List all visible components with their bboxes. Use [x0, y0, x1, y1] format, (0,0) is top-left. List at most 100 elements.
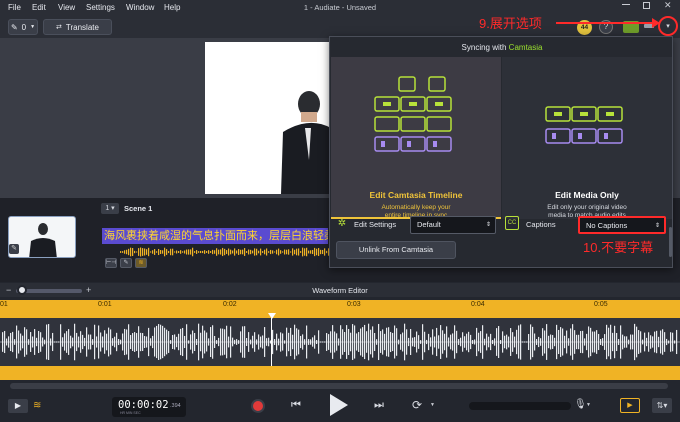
edit-media-only-option[interactable]: Edit Media Only Edit only your original …: [502, 57, 672, 219]
scene-waveform-bar: [166, 249, 168, 255]
unlink-from-camtasia-button[interactable]: Unlink From Camtasia: [336, 241, 456, 259]
waveform-bar: [262, 335, 264, 349]
close-icon[interactable]: ✕: [664, 0, 672, 11]
scene-waveform-bar: [294, 249, 296, 255]
menu-view[interactable]: View: [58, 3, 75, 12]
waveform-bar: [500, 340, 502, 344]
skip-forward-icon[interactable]: ⏭: [374, 399, 384, 412]
edit-settings-value: Default: [417, 220, 441, 229]
menu-help[interactable]: Help: [164, 3, 180, 12]
scene-waveform-bar: [326, 250, 328, 254]
waveform-track[interactable]: [0, 318, 680, 366]
waveform-bar: [498, 326, 500, 358]
waveform-bar: [332, 325, 334, 359]
microphone-icon[interactable]: 🎙: [574, 399, 587, 410]
preview-toggle-icon[interactable]: ▶: [620, 398, 640, 413]
edit-camtasia-timeline-option[interactable]: Edit Camtasia Timeline Automatically kee…: [331, 57, 501, 219]
waveform-bar: [216, 340, 218, 344]
edit-count-button[interactable]: ✎ 0 ▼: [8, 19, 38, 35]
scene-waveform-bar: [158, 248, 160, 256]
waveform-bar: [424, 331, 426, 353]
maximize-icon[interactable]: [643, 2, 650, 9]
waveform-bar: [236, 339, 238, 345]
scene-waveform-bar: [178, 251, 180, 253]
waveform-bar: [402, 332, 404, 352]
annotation-circle: [658, 16, 678, 36]
menu-file[interactable]: File: [8, 3, 21, 12]
scene-waveform-bar: [146, 249, 148, 255]
scene-waveform-bar: [312, 249, 314, 255]
translate-icon: ⇄: [56, 24, 62, 31]
menu-edit[interactable]: Edit: [32, 3, 46, 12]
waveform-bar: [14, 339, 16, 345]
scene-waveform-bar: [128, 248, 130, 256]
chevron-down-icon[interactable]: ▼: [430, 402, 435, 408]
translate-label: Translate: [65, 22, 99, 32]
waveform-bar: [398, 339, 400, 345]
scene-waveform-bar: [278, 248, 280, 256]
split-icon[interactable]: ⊢⊣: [105, 258, 117, 268]
waveform-bar: [528, 334, 530, 350]
waveform-bar: [252, 335, 254, 349]
scene-waveform-bar: [290, 251, 292, 253]
waveform-bar: [372, 326, 374, 358]
timeline-scrollbar[interactable]: [10, 383, 668, 389]
waveform-bar: [654, 331, 656, 353]
waveform-bar: [4, 330, 6, 354]
waveform-bar: [564, 335, 566, 349]
waveform-bar: [266, 338, 268, 346]
waveform-bar: [190, 334, 192, 350]
edit-settings-dropdown[interactable]: Default ⇕: [410, 216, 496, 234]
loop-icon[interactable]: ⟳: [412, 398, 422, 412]
tick-label: 01: [0, 301, 8, 308]
waveform-bar: [352, 324, 354, 360]
scene-number-dropdown[interactable]: 1 ▾: [101, 203, 119, 214]
waveform-bar: [220, 328, 222, 356]
waveform-bar: [490, 333, 492, 351]
waveform-bar: [540, 338, 542, 346]
thumbnail-edit-icon[interactable]: ✎: [9, 244, 19, 254]
waveform-bar: [460, 337, 462, 347]
scene-waveform-bar: [316, 248, 318, 256]
audio-track-icon[interactable]: ≋: [33, 400, 41, 411]
play-button[interactable]: [330, 394, 348, 416]
waveform-bar: [616, 332, 618, 352]
camtasia-sync-panel: Syncing with Camtasia Edit Camtasia Time…: [329, 36, 673, 268]
edit-clip-icon[interactable]: ✎: [120, 258, 132, 268]
record-button[interactable]: [251, 399, 265, 413]
presenter-thumbnail-image: [29, 223, 57, 257]
waveform-bar: [162, 325, 164, 359]
scene-waveform-bar: [302, 247, 304, 257]
tick-label: 0:04: [471, 301, 485, 308]
translate-button[interactable]: ⇄ Translate: [43, 19, 112, 35]
scene-waveform-bar: [226, 250, 228, 254]
skip-back-icon[interactable]: ⏮: [291, 399, 301, 412]
waveform-bar: [286, 327, 288, 357]
edit-settings-label: Edit Settings: [354, 220, 397, 229]
waveform-bar: [58, 341, 60, 343]
waveform-bar: [492, 339, 494, 345]
media-only-illustration: [545, 106, 623, 144]
waveform-bar: [214, 336, 216, 348]
volume-slider[interactable]: [469, 402, 571, 410]
menu-settings[interactable]: Settings: [86, 3, 115, 12]
caption-text[interactable]: 海风裹挟着咸湿的气息扑面而来，层层白浪轻柔: [102, 228, 328, 244]
scene-waveform-bar: [140, 247, 142, 257]
panel-scrollbar[interactable]: [669, 227, 672, 257]
video-track-icon[interactable]: ▶︎: [8, 399, 28, 413]
audio-clip-icon[interactable]: ≋: [135, 258, 147, 268]
scene-waveform-bar: [204, 250, 206, 254]
scene-waveform-bar: [182, 251, 184, 253]
minimize-icon[interactable]: [622, 4, 630, 5]
captions-dropdown[interactable]: No Captions ⇕: [578, 216, 666, 234]
waveform-bar: [618, 339, 620, 345]
waveform-bar: [458, 339, 460, 345]
layout-options-icon[interactable]: ⇅▾: [652, 398, 672, 413]
waveform-bar: [596, 330, 598, 354]
waveform-bar: [20, 333, 22, 351]
audio-waveform: [0, 323, 680, 361]
chevron-down-icon[interactable]: ▼: [586, 402, 591, 408]
waveform-bar: [154, 327, 156, 357]
menu-window[interactable]: Window: [126, 3, 154, 12]
waveform-bar: [626, 336, 628, 348]
